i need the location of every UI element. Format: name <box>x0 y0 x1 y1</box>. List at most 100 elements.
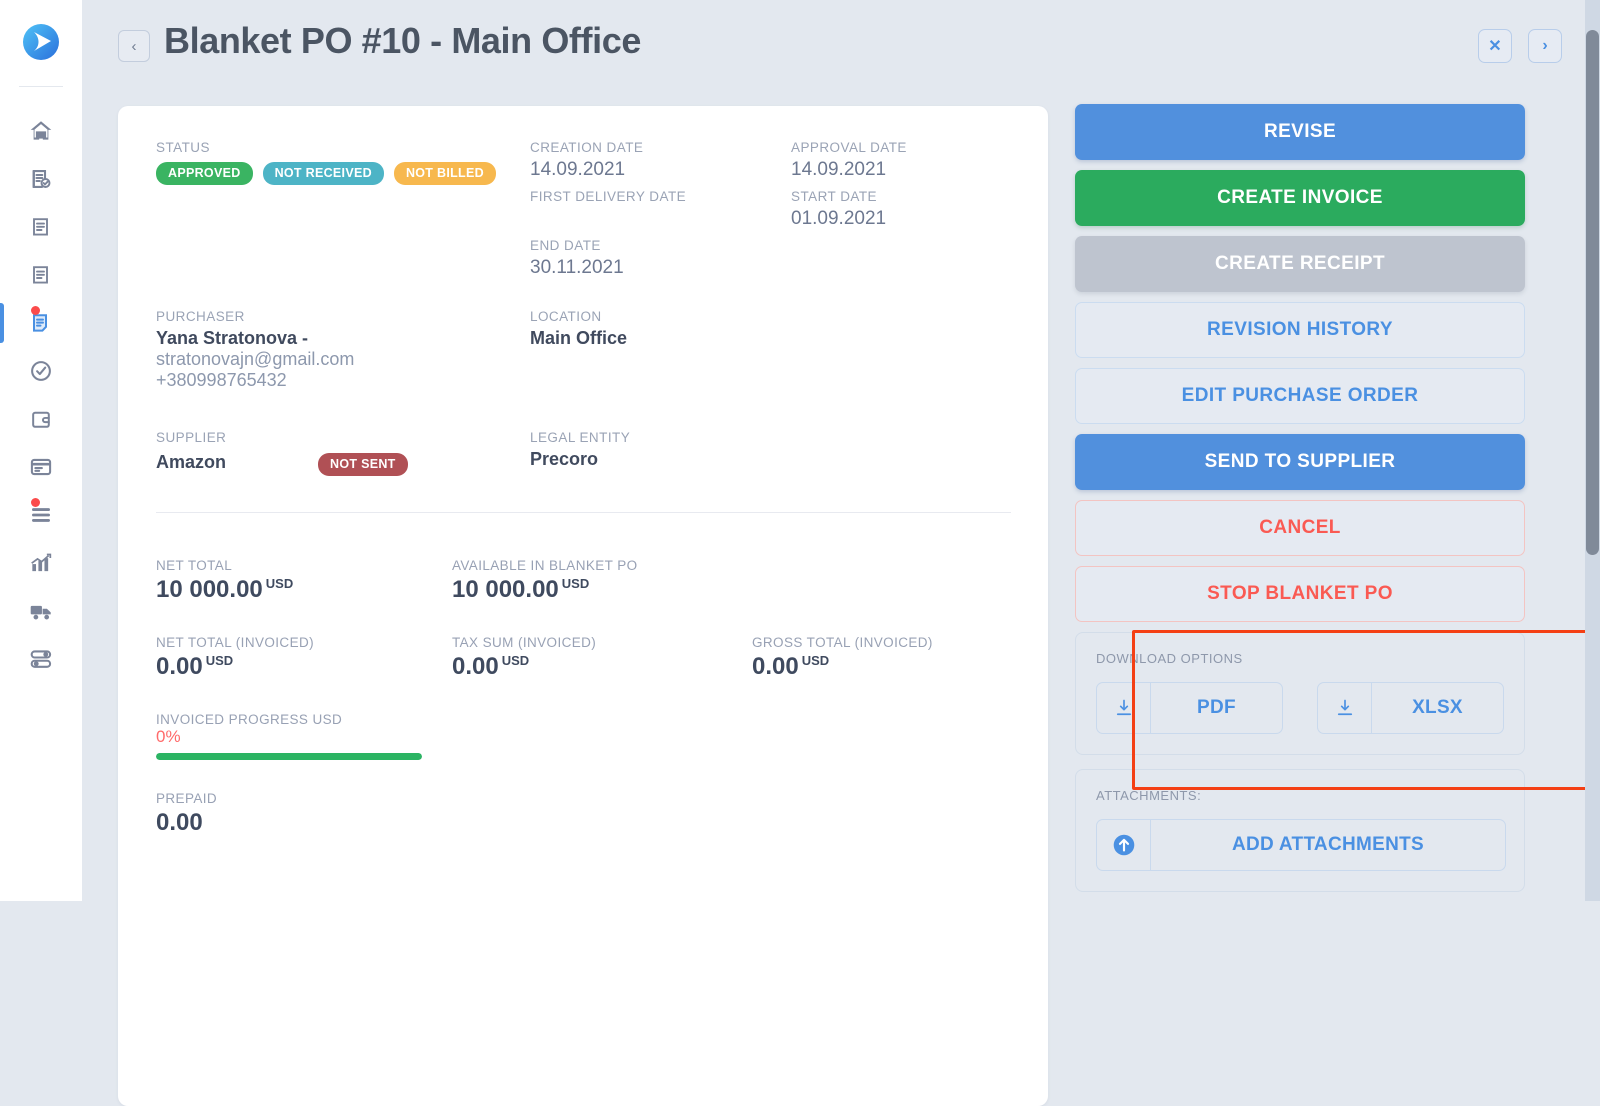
stop-blanket-po-button[interactable]: STOP BLANKET PO <box>1075 566 1525 622</box>
main-content: ‹ Blanket PO #10 - Main Office ✕ › STATU… <box>82 0 1600 901</box>
download-pdf-button[interactable]: PDF <box>1096 682 1283 734</box>
supplier-block: SUPPLIER Amazon NOT SENT <box>156 430 486 476</box>
prepaid-label: PREPAID <box>156 791 217 806</box>
revision-history-button[interactable]: REVISION HISTORY <box>1075 302 1525 358</box>
location-block: LOCATION Main Office <box>530 309 627 349</box>
net-total-invoiced-block: NET TOTAL (INVOICED) 0.00USD <box>156 635 314 681</box>
document-lines-icon <box>26 260 56 290</box>
page-scrollbar-track[interactable] <box>1585 0 1600 901</box>
tax-sum-invoiced-block: TAX SUM (INVOICED) 0.00USD <box>452 635 596 681</box>
available-amount: 10 000.00 <box>452 576 559 603</box>
sidebar-item-expenses[interactable] <box>0 443 82 491</box>
purchase-order-detail-card: STATUS APPROVED NOT RECEIVED NOT BILLED … <box>118 106 1048 1106</box>
chevron-right-icon: › <box>1542 37 1547 55</box>
sidebar-item-invoices[interactable] <box>0 395 82 443</box>
page-scrollbar-thumb[interactable] <box>1586 30 1599 555</box>
legal-entity-label: LEGAL ENTITY <box>530 430 630 445</box>
chart-bar-icon <box>26 548 56 578</box>
notification-dot <box>31 306 40 315</box>
net-total-label: NET TOTAL <box>156 558 293 573</box>
net-total-invoiced-currency: USD <box>206 653 233 668</box>
wallet-icon <box>26 404 56 434</box>
purchaser-label: PURCHASER <box>156 309 354 324</box>
next-record-button[interactable]: › <box>1528 29 1562 63</box>
net-total-invoiced-value: 0.00USD <box>156 653 314 681</box>
first-delivery-date-block: FIRST DELIVERY DATE <box>530 189 686 208</box>
sidebar-item-purchase-orders[interactable] <box>0 299 82 347</box>
supplier-value: Amazon <box>156 452 226 473</box>
tax-sum-invoiced-currency: USD <box>502 653 529 668</box>
close-button[interactable]: ✕ <box>1478 29 1512 63</box>
sidebar-item-receipts[interactable] <box>0 347 82 395</box>
start-date-label: START DATE <box>791 189 886 204</box>
net-total-amount: 10 000.00 <box>156 576 263 603</box>
approval-date-label: APPROVAL DATE <box>791 140 907 155</box>
back-button[interactable]: ‹ <box>118 30 150 62</box>
edit-purchase-order-button[interactable]: EDIT PURCHASE ORDER <box>1075 368 1525 424</box>
left-navigation-rail <box>0 0 82 901</box>
send-to-supplier-button[interactable]: SEND TO SUPPLIER <box>1075 434 1525 490</box>
net-total-invoiced-label: NET TOTAL (INVOICED) <box>156 635 314 650</box>
page-header: ‹ Blanket PO #10 - Main Office ✕ › <box>82 0 1600 92</box>
status-badge-approved: APPROVED <box>156 162 253 185</box>
purchaser-block: PURCHASER Yana Stratonova - stratonovajn… <box>156 309 354 391</box>
home-icon <box>26 116 56 146</box>
sidebar-item-catalog[interactable] <box>0 491 82 539</box>
add-attachments-button[interactable]: ADD ATTACHMENTS <box>1096 819 1506 871</box>
rail-divider <box>19 86 63 87</box>
truck-icon <box>26 596 56 626</box>
creation-date-label: CREATION DATE <box>530 140 643 155</box>
invoiced-progress-label: INVOICED PROGRESS USD <box>156 712 422 727</box>
legal-entity-value: Precoro <box>530 449 630 470</box>
attachments-panel: ATTACHMENTS: ADD ATTACHMENTS <box>1075 769 1525 892</box>
download-xlsx-label: XLSX <box>1372 683 1503 733</box>
download-xlsx-button[interactable]: XLSX <box>1317 682 1504 734</box>
invoiced-progress-fill <box>156 753 422 760</box>
sidebar-item-orders[interactable] <box>0 251 82 299</box>
invoiced-progress-block: INVOICED PROGRESS USD 0% <box>156 712 422 760</box>
start-date-block: START DATE 01.09.2021 <box>791 189 886 230</box>
available-in-blanket-po-block: AVAILABLE IN BLANKET PO 10 000.00USD <box>452 558 638 604</box>
card-icon <box>26 452 56 482</box>
cancel-button[interactable]: CANCEL <box>1075 500 1525 556</box>
tax-sum-invoiced-value: 0.00USD <box>452 653 596 681</box>
end-date-block: END DATE 30.11.2021 <box>530 238 624 279</box>
download-icon <box>1318 683 1372 733</box>
gross-total-invoiced-value: 0.00USD <box>752 653 933 681</box>
attachments-title: ATTACHMENTS: <box>1096 788 1504 803</box>
sidebar-item-approvals[interactable] <box>0 155 82 203</box>
precoro-logo-icon[interactable] <box>19 20 63 64</box>
location-value: Main Office <box>530 328 627 349</box>
create-invoice-button[interactable]: CREATE INVOICE <box>1075 170 1525 226</box>
rail-item-list <box>0 107 82 683</box>
sidebar-item-home[interactable] <box>0 107 82 155</box>
net-total-value: 10 000.00USD <box>156 576 293 604</box>
available-currency: USD <box>562 576 589 591</box>
invoiced-progress-bar <box>156 753 422 760</box>
prepaid-value: 0.00 <box>156 809 217 837</box>
prepaid-block: PREPAID 0.00 <box>156 791 217 837</box>
sidebar-item-settings[interactable] <box>0 635 82 683</box>
gross-total-invoiced-label: GROSS TOTAL (INVOICED) <box>752 635 933 650</box>
net-total-currency: USD <box>266 576 293 591</box>
revise-button[interactable]: REVISE <box>1075 104 1525 160</box>
check-circle-icon <box>26 356 56 386</box>
approval-date-block: APPROVAL DATE 14.09.2021 <box>791 140 907 181</box>
first-delivery-date-label: FIRST DELIVERY DATE <box>530 189 686 204</box>
download-options-title: DOWNLOAD OPTIONS <box>1096 651 1504 666</box>
available-in-blanket-po-value: 10 000.00USD <box>452 576 638 604</box>
creation-date-block: CREATION DATE 14.09.2021 <box>530 140 643 181</box>
download-options-panel: DOWNLOAD OPTIONS PDF <box>1075 632 1525 755</box>
creation-date-value: 14.09.2021 <box>530 159 643 181</box>
document-lines-icon <box>26 212 56 242</box>
net-total-block: NET TOTAL 10 000.00USD <box>156 558 293 604</box>
section-divider <box>156 512 1011 513</box>
document-check-icon <box>26 164 56 194</box>
create-receipt-button[interactable]: CREATE RECEIPT <box>1075 236 1525 292</box>
sidebar-item-suppliers[interactable] <box>0 587 82 635</box>
chevron-left-icon: ‹ <box>132 38 137 55</box>
sidebar-item-requisitions[interactable] <box>0 203 82 251</box>
sidebar-item-reports[interactable] <box>0 539 82 587</box>
purchaser-email: stratonovajn@gmail.com <box>156 349 354 370</box>
status-badge-not-received: NOT RECEIVED <box>263 162 384 185</box>
